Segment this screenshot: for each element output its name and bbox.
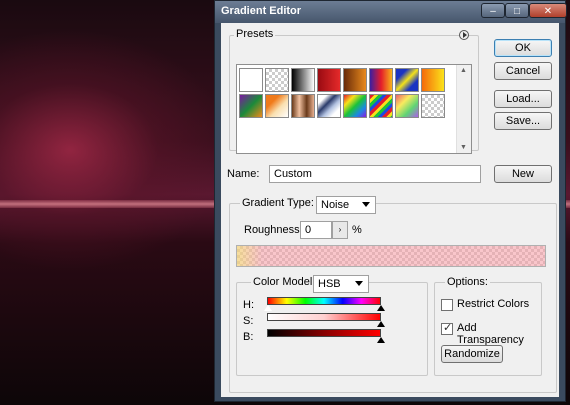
chevron-down-icon [355, 281, 363, 286]
scroll-down-icon[interactable]: ▼ [460, 144, 467, 151]
maximize-button[interactable]: □ [505, 3, 529, 18]
color-model-groupbox: Color Model: HSB H: S: B: [236, 275, 428, 376]
scroll-up-icon[interactable]: ▲ [460, 67, 467, 74]
ok-button[interactable]: OK [494, 39, 552, 57]
hue-max-handle[interactable] [377, 305, 385, 311]
presets-label: Presets [234, 28, 276, 40]
minimize-button[interactable]: – [481, 3, 505, 18]
dialog-client-area: Presets ▲ ▼ OK Cancel Load... Save... Na… [221, 23, 559, 397]
presets-scrollbar[interactable]: ▲ ▼ [456, 65, 471, 153]
gradient-groupbox: Gradient Type: Noise Roughness: 0 › % Co… [229, 196, 557, 393]
gradient-preview-fill [237, 246, 545, 266]
restrict-colors-checkbox[interactable] [441, 299, 453, 311]
preset-swatch[interactable] [343, 94, 367, 118]
options-label: Options: [445, 276, 490, 288]
load-button[interactable]: Load... [494, 90, 552, 108]
add-transparency-checkbox[interactable]: ✓ [441, 322, 453, 335]
presets-groupbox: Presets ▲ ▼ [229, 28, 479, 154]
hue-label: H: [243, 299, 254, 311]
gradient-type-label: Gradient Type: [240, 197, 316, 209]
checkmark-icon: ✓ [443, 322, 453, 334]
title-bar[interactable]: Gradient Editor – □ ✕ [215, 1, 567, 23]
presets-list[interactable]: ▲ ▼ [236, 64, 472, 154]
gradient-type-select[interactable]: Noise [316, 196, 376, 214]
add-transparency-label[interactable]: Add Transparency [457, 322, 541, 346]
chevron-down-icon [362, 202, 370, 207]
roughness-field[interactable]: 0 [300, 221, 332, 239]
saturation-max-handle[interactable] [377, 321, 385, 327]
preset-swatch[interactable] [239, 68, 263, 92]
gradient-preview-bar[interactable] [236, 245, 546, 267]
options-groupbox: Options: Restrict Colors ✓ Add Transpare… [434, 276, 542, 376]
preset-swatch[interactable] [395, 94, 419, 118]
saturation-slider[interactable] [267, 313, 381, 321]
preset-swatch[interactable] [265, 68, 289, 92]
preset-swatch[interactable] [369, 94, 393, 118]
name-label: Name: [227, 168, 260, 180]
randomize-button[interactable]: Randomize [441, 345, 503, 363]
brightness-slider[interactable] [267, 329, 381, 337]
new-button[interactable]: New [494, 165, 552, 183]
hue-min-handle[interactable] [264, 305, 272, 311]
roughness-label: Roughness: [244, 224, 303, 236]
preset-swatch[interactable] [239, 94, 263, 118]
window-title: Gradient Editor [221, 5, 302, 17]
preset-swatch[interactable] [395, 68, 419, 92]
cancel-button[interactable]: Cancel [494, 62, 552, 80]
preset-swatch[interactable] [317, 94, 341, 118]
color-model-value: HSB [318, 278, 341, 290]
preset-swatch[interactable] [421, 68, 445, 92]
preset-swatch[interactable] [317, 68, 341, 92]
gradient-type-value: Noise [321, 199, 350, 211]
color-model-label: Color Model: [251, 276, 318, 288]
close-button[interactable]: ✕ [529, 3, 567, 18]
preset-swatch[interactable] [291, 68, 315, 92]
hue-slider[interactable] [267, 297, 381, 305]
preset-swatch[interactable] [343, 68, 367, 92]
color-model-select[interactable]: HSB [313, 275, 369, 293]
save-button[interactable]: Save... [494, 112, 552, 130]
name-field[interactable]: Custom [269, 165, 481, 183]
roughness-unit: % [352, 224, 362, 236]
preset-swatch[interactable] [265, 94, 289, 118]
saturation-label: S: [243, 315, 254, 327]
preset-swatch[interactable] [369, 68, 393, 92]
restrict-colors-label[interactable]: Restrict Colors [457, 298, 529, 310]
roughness-slider-toggle[interactable]: › [332, 221, 348, 239]
preset-swatch[interactable] [421, 94, 445, 118]
preset-swatch[interactable] [291, 94, 315, 118]
brightness-max-handle[interactable] [377, 337, 385, 343]
presets-menu-icon[interactable] [459, 30, 469, 40]
gradient-editor-window: Gradient Editor – □ ✕ Presets ▲ ▼ OK Can… [214, 0, 567, 402]
brightness-label: B: [243, 331, 254, 343]
